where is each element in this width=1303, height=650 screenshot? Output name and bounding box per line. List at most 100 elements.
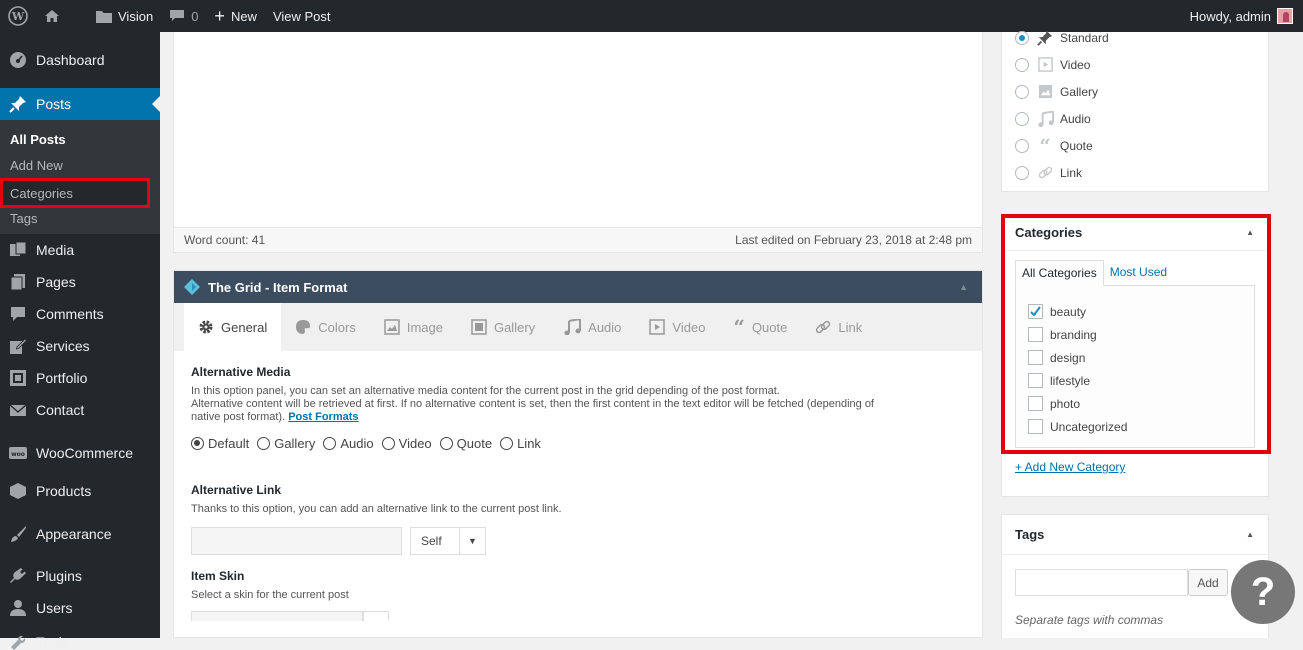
format-gallery-radio[interactable] xyxy=(1015,84,1029,99)
submenu-tags[interactable]: Tags xyxy=(0,208,160,228)
category-item-uncategorized[interactable]: Uncategorized xyxy=(1028,415,1254,438)
menu-woocommerce[interactable]: woo WooCommerce xyxy=(0,426,160,480)
item-skin-select[interactable] xyxy=(191,601,965,621)
categories-box-header[interactable]: Categories ▲ xyxy=(1002,215,1268,251)
category-item-branding[interactable]: branding xyxy=(1028,323,1254,346)
plug-icon xyxy=(8,566,28,586)
tags-box-header[interactable]: Tags ▲ xyxy=(1002,515,1268,555)
tab-audio[interactable]: Audio xyxy=(549,303,635,351)
format-link[interactable]: Link xyxy=(1015,159,1268,186)
format-standard[interactable]: Standard xyxy=(1015,24,1268,51)
tab-link[interactable]: Link xyxy=(801,303,876,351)
view-post-link[interactable]: View Post xyxy=(265,0,339,32)
format-video[interactable]: Video xyxy=(1015,51,1268,78)
radio-gallery[interactable]: Gallery xyxy=(257,436,315,451)
new-content-link[interactable]: + New xyxy=(206,0,265,32)
site-name-link[interactable]: Vision xyxy=(88,0,161,32)
format-gallery-label: Gallery xyxy=(1060,84,1099,99)
menu-dashboard-label: Dashboard xyxy=(36,52,105,68)
menu-posts[interactable]: Posts xyxy=(0,88,160,120)
menu-tools[interactable]: Tools xyxy=(0,630,160,650)
menu-dashboard[interactable]: Dashboard xyxy=(0,32,160,88)
category-checkbox-uncategorized[interactable] xyxy=(1028,419,1043,434)
comments-link[interactable]: 0 xyxy=(161,0,206,32)
collapse-arrow-icon[interactable]: ▲ xyxy=(1246,228,1254,237)
category-label-beauty: beauty xyxy=(1050,304,1087,319)
category-checkbox-branding[interactable] xyxy=(1028,327,1043,342)
radio-link[interactable]: Link xyxy=(500,436,541,451)
tab-colors[interactable]: Colors xyxy=(281,303,370,351)
menu-contact[interactable]: Contact xyxy=(0,394,160,426)
radio-quote-label: Quote xyxy=(456,436,493,451)
radio-video-label: Video xyxy=(398,436,432,451)
post-content-editor[interactable] xyxy=(173,32,983,252)
tag-input[interactable] xyxy=(1015,569,1188,596)
submenu-categories[interactable]: Categories xyxy=(0,178,150,208)
menu-appearance[interactable]: Appearance xyxy=(0,502,160,566)
category-item-lifestyle[interactable]: lifestyle xyxy=(1028,369,1254,392)
menu-plugins[interactable]: Plugins xyxy=(0,566,160,586)
menu-comments[interactable]: Comments xyxy=(0,298,160,330)
add-tag-button[interactable]: Add xyxy=(1188,569,1228,596)
alt-media-desc-line3: native post format). Post Formats xyxy=(191,411,965,424)
help-button[interactable]: ? xyxy=(1231,560,1295,624)
tab-quote[interactable]: “ Quote xyxy=(719,303,801,351)
gallery-icon xyxy=(471,319,487,335)
grid-box-header[interactable]: The Grid - Item Format ▲ xyxy=(174,271,982,303)
tab-video[interactable]: Video xyxy=(635,303,719,351)
format-gallery[interactable]: Gallery xyxy=(1015,78,1268,105)
menu-appearance-label: Appearance xyxy=(36,526,112,542)
item-skin-input[interactable] xyxy=(191,611,363,621)
post-formats-link[interactable]: Post Formats xyxy=(288,411,358,423)
category-item-design[interactable]: design xyxy=(1028,346,1254,369)
item-skin-dropdown-button[interactable] xyxy=(363,611,389,621)
format-video-radio[interactable] xyxy=(1015,57,1029,72)
link-target-select[interactable]: Self ▼ xyxy=(410,527,486,555)
grid-box-title: The Grid - Item Format xyxy=(208,279,348,295)
menu-products[interactable]: Products xyxy=(0,480,160,502)
format-standard-radio[interactable] xyxy=(1015,30,1029,45)
format-link-radio[interactable] xyxy=(1015,165,1029,180)
format-audio[interactable]: Audio xyxy=(1015,105,1268,132)
submenu-all-posts[interactable]: All Posts xyxy=(0,126,160,152)
tab-all-categories[interactable]: All Categories xyxy=(1015,260,1104,286)
format-audio-radio[interactable] xyxy=(1015,111,1029,126)
menu-media[interactable]: Media xyxy=(0,234,160,266)
radio-video[interactable]: Video xyxy=(381,436,432,451)
tab-general[interactable]: General xyxy=(184,303,282,351)
link-icon xyxy=(815,319,831,335)
category-checklist: beauty branding design lifestyle photo U… xyxy=(1015,285,1255,448)
category-item-photo[interactable]: photo xyxy=(1028,392,1254,415)
menu-services[interactable]: Services xyxy=(0,330,160,362)
grid-general-panel: Alternative Media In this option panel, … xyxy=(174,351,982,635)
collapse-arrow-icon[interactable]: ▲ xyxy=(1246,530,1254,539)
category-checkbox-design[interactable] xyxy=(1028,350,1043,365)
wordpress-logo-icon[interactable]: W xyxy=(0,0,36,32)
categories-box-title: Categories xyxy=(1015,225,1083,240)
radio-default-dot xyxy=(191,437,204,450)
format-quote-radio[interactable] xyxy=(1015,138,1029,153)
tab-gallery[interactable]: Gallery xyxy=(457,303,549,351)
add-new-category-link[interactable]: + Add New Category xyxy=(1015,460,1268,474)
categories-box: Categories ▲ All Categories Most Used be… xyxy=(1001,214,1269,497)
menu-pages[interactable]: Pages xyxy=(0,266,160,298)
menu-services-label: Services xyxy=(36,338,90,354)
home-icon[interactable] xyxy=(36,0,68,32)
radio-audio[interactable]: Audio xyxy=(323,436,374,451)
radio-default[interactable]: Default xyxy=(191,436,249,451)
submenu-add-new[interactable]: Add New xyxy=(0,152,160,178)
alt-link-input[interactable] xyxy=(191,527,402,555)
category-checkbox-photo[interactable] xyxy=(1028,396,1043,411)
tab-most-used[interactable]: Most Used xyxy=(1104,260,1173,286)
collapse-arrow-icon[interactable]: ▲ xyxy=(959,282,968,292)
category-checkbox-lifestyle[interactable] xyxy=(1028,373,1043,388)
category-checkbox-beauty[interactable] xyxy=(1028,304,1043,319)
category-item-beauty[interactable]: beauty xyxy=(1028,300,1254,323)
pushpin-icon xyxy=(8,94,28,114)
format-quote[interactable]: “ Quote xyxy=(1015,132,1268,159)
tab-image[interactable]: Image xyxy=(370,303,457,351)
portfolio-icon xyxy=(8,368,28,388)
menu-users[interactable]: Users xyxy=(0,586,160,630)
menu-portfolio[interactable]: Portfolio xyxy=(0,362,160,394)
radio-quote[interactable]: Quote xyxy=(439,436,493,451)
